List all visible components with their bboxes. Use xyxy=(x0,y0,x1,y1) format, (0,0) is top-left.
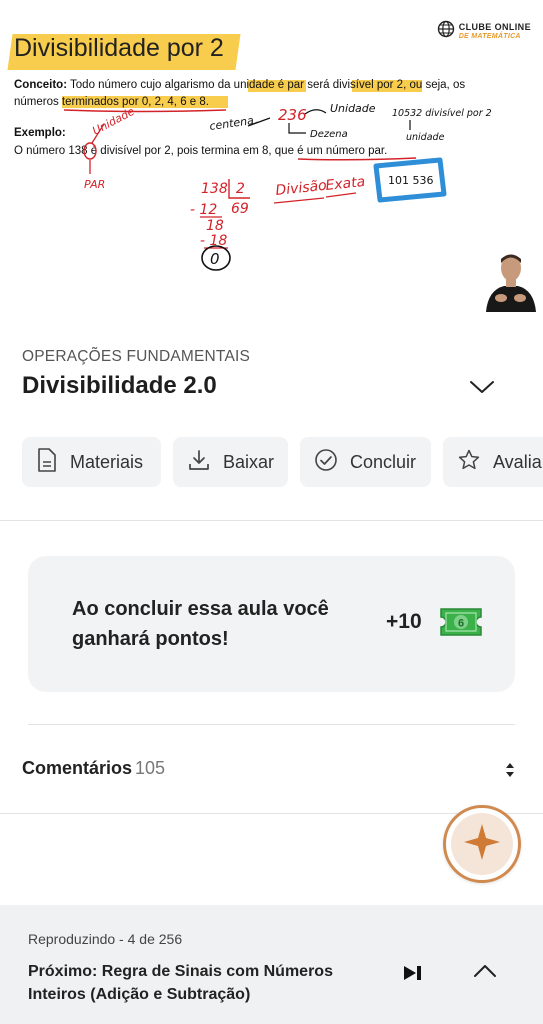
hw-2: 2 xyxy=(236,181,245,197)
download-icon xyxy=(187,448,211,477)
hw-centena: centena xyxy=(209,114,255,133)
video-player[interactable]: Divisibilidade por 2 CLUBE ONLINE DE MAT… xyxy=(0,0,543,320)
hw-69: 69 xyxy=(231,201,249,217)
document-icon xyxy=(36,447,58,478)
download-label: Baixar xyxy=(223,451,275,472)
hw-138: 138 xyxy=(201,181,228,197)
lesson-actions: Materiais Baixar Concluir Avaliar xyxy=(22,437,543,487)
hw-par: PAR xyxy=(84,178,105,191)
sparkle-icon xyxy=(462,822,502,867)
hw-0: 0 xyxy=(210,250,220,268)
points-value: +10 xyxy=(386,610,422,633)
expand-playlist-button[interactable] xyxy=(472,963,498,983)
hw-dezena: Dezena xyxy=(310,129,348,140)
handwriting-layer: Unidade PAR centena 236 Unidade Dezena 1… xyxy=(63,102,492,271)
presenter-avatar xyxy=(482,246,540,312)
comments-header[interactable]: Comentários 105 xyxy=(22,758,165,779)
materials-label: Materiais xyxy=(70,451,144,472)
ai-assistant-button[interactable] xyxy=(443,805,521,883)
next-lesson[interactable]: Próximo: Regra de Sinais com Números Int… xyxy=(28,960,368,1006)
chevron-up-icon xyxy=(472,965,498,983)
fab-inner xyxy=(451,813,513,875)
ticket-symbol: 6 xyxy=(458,618,464,630)
points-card: Ao concluir essa aula você ganhará ponto… xyxy=(28,556,515,692)
expand-lesson-button[interactable] xyxy=(466,376,498,402)
sort-comments-button[interactable] xyxy=(500,759,520,781)
lesson-category: OPERAÇÕES FUNDAMENTAIS xyxy=(22,348,251,365)
rate-label: Avaliar xyxy=(493,451,543,472)
check-circle-icon xyxy=(314,448,338,477)
points-message: Ao concluir essa aula você ganhará ponto… xyxy=(72,598,329,650)
rate-button[interactable]: Avaliar xyxy=(443,437,543,487)
hw-10532: 10532 divisível por 2 xyxy=(392,108,492,119)
hw-exata: Exata xyxy=(325,174,366,194)
playing-status: Reproduzindo - 4 de 256 xyxy=(28,931,183,947)
hw-divisao: Divisão xyxy=(275,178,328,199)
hw-236: 236 xyxy=(278,106,307,124)
hw-101536: 101 536 xyxy=(388,174,434,187)
lesson-title: Divisibilidade 2.0 xyxy=(22,372,217,399)
skip-next-button[interactable] xyxy=(402,964,424,982)
hw-unidade2: Unidade xyxy=(330,102,376,115)
hw-unidade3: unidade xyxy=(406,132,445,143)
download-button[interactable]: Baixar xyxy=(173,437,288,487)
divider xyxy=(0,520,543,521)
hw-18: 18 xyxy=(206,218,224,234)
complete-button[interactable]: Concluir xyxy=(300,437,431,487)
chevron-down-icon xyxy=(468,379,496,400)
skip-next-icon xyxy=(402,966,424,986)
playlist-player-bar: Reproduzindo - 4 de 256 Próximo: Regra d… xyxy=(0,905,543,1024)
star-icon xyxy=(457,448,481,477)
hw-unidade: Unidade xyxy=(90,105,137,138)
materials-button[interactable]: Materiais xyxy=(22,437,161,487)
comments-count: 105 xyxy=(135,758,166,778)
complete-label: Concluir xyxy=(350,451,417,472)
sort-icon xyxy=(500,763,520,785)
divider xyxy=(28,724,515,725)
comments-label: Comentários xyxy=(22,758,133,778)
hw-m12: - 12 xyxy=(190,202,217,218)
ticket-icon: 6 xyxy=(440,608,482,636)
